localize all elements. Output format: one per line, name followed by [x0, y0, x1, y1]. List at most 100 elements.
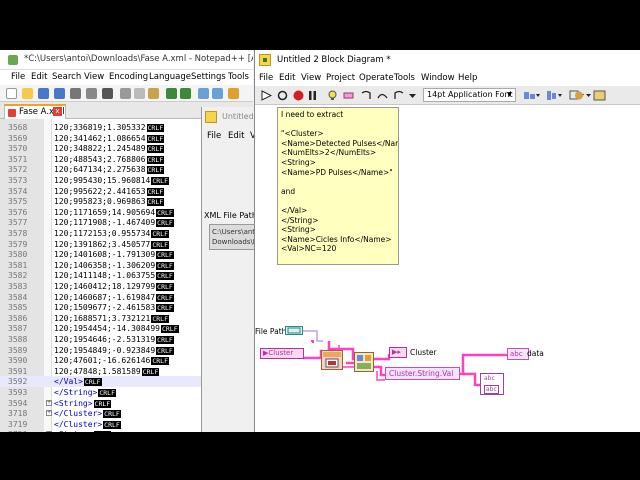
unbundle-to-split-wire[interactable]: [463, 372, 480, 387]
save-icon[interactable]: [38, 88, 49, 99]
lv-menu-window[interactable]: Window: [421, 73, 455, 83]
run-continuously-icon[interactable]: [277, 90, 288, 101]
copy-icon[interactable]: [134, 88, 145, 99]
retain-wire-values-icon[interactable]: [343, 90, 354, 101]
fold-expand-icon[interactable]: +: [46, 431, 52, 432]
paste-icon[interactable]: [148, 88, 159, 99]
cluster-wire-in[interactable]: [303, 349, 323, 360]
tab-close-icon[interactable]: x: [53, 107, 62, 116]
cluster-indicator-label: Cluster: [410, 348, 437, 357]
close-file-icon[interactable]: [70, 88, 81, 99]
notepad-toolbar: [0, 85, 253, 102]
close-all-icon[interactable]: [86, 88, 97, 99]
eol-marker: CRLF: [156, 219, 174, 228]
lv-menu-tools[interactable]: Tools: [394, 73, 415, 83]
unbundle-to-data-wire[interactable]: [460, 353, 507, 376]
fp-menu-file[interactable]: File: [207, 131, 221, 141]
data-indicator[interactable]: abc: [507, 348, 529, 360]
line-text: </Cluster>: [54, 409, 103, 419]
replace-icon[interactable]: [212, 88, 223, 99]
eol-marker: CRLF: [156, 272, 174, 281]
string-function-node[interactable]: abc abc: [480, 373, 504, 395]
notepad-title-bar[interactable]: *C:\Users\antoi\Downloads\Fase A.xml - N…: [0, 50, 253, 70]
pause-icon[interactable]: [307, 90, 318, 101]
load-xml-file-node[interactable]: [321, 350, 343, 370]
dropdown-icon[interactable]: [407, 90, 418, 101]
menu-file[interactable]: File: [11, 72, 25, 82]
fold-expand-icon[interactable]: +: [46, 399, 52, 406]
line-text: 120;1391862;3.450577: [54, 239, 151, 249]
eol-marker: CRLF: [151, 240, 169, 249]
path-icon: [287, 327, 301, 334]
menu-tools[interactable]: Tools: [228, 72, 249, 82]
parser-to-unbundle-wire[interactable]: [373, 365, 385, 377]
line-text: 120;1460687;-1.619847: [54, 292, 156, 302]
path-line-1: C:\Users\antoi: [212, 228, 256, 236]
xml-file-path-control[interactable]: C:\Users\antoi Downloads\F: [209, 224, 256, 250]
new-file-icon[interactable]: [6, 88, 17, 99]
eol-marker: CRLF: [156, 293, 174, 302]
lv-menu-edit[interactable]: Edit: [279, 73, 295, 83]
step-into-icon[interactable]: [361, 90, 372, 101]
distribute-objects-icon[interactable]: [546, 90, 564, 101]
file-path-control[interactable]: [285, 326, 303, 335]
labview-vi-icon: [259, 54, 271, 66]
tab-fase-a[interactable]: Fase A.xml x: [4, 104, 66, 119]
cluster-indicator[interactable]: ▶▸: [389, 347, 407, 358]
line-text: 120;336819;1.305332: [54, 123, 146, 132]
line-text: 120;995622;2.441653: [54, 186, 146, 196]
path-wire[interactable]: [303, 330, 323, 342]
lv-menu-help[interactable]: Help: [458, 73, 477, 83]
step-out-icon[interactable]: [393, 90, 404, 101]
reorder-icon[interactable]: [573, 90, 593, 101]
eol-marker: CRLF: [156, 261, 174, 270]
menu-view[interactable]: View: [84, 72, 104, 82]
unsaved-file-icon: [8, 109, 16, 117]
line-text: 120;488543;2.768806: [54, 154, 146, 164]
lv-menu-file[interactable]: File: [259, 73, 273, 83]
block-diagram-canvas[interactable]: I need to extract "<Cluster> <Name>Detec…: [255, 105, 640, 432]
cleanup-diagram-icon[interactable]: [593, 90, 607, 101]
cut-icon[interactable]: [120, 88, 131, 99]
eol-marker: CRLF: [160, 325, 179, 334]
font-select[interactable]: 14pt Application Font ▼: [423, 88, 516, 102]
menu-settings[interactable]: Settings: [191, 72, 226, 82]
line-number: 3569: [8, 133, 28, 143]
line-number: 3583: [8, 282, 28, 291]
string-node-top: abc: [484, 375, 495, 382]
fp-menu-edit[interactable]: Edit: [228, 131, 244, 141]
menu-search[interactable]: Search: [52, 72, 81, 82]
line-text: 120;1460412;18.129799: [54, 282, 156, 291]
find-icon[interactable]: [198, 88, 209, 99]
unflatten-from-xml-node[interactable]: [354, 352, 374, 372]
abort-icon[interactable]: [293, 90, 304, 101]
cluster-constant[interactable]: ▶Cluster: [260, 348, 304, 359]
highlight-execution-icon[interactable]: [327, 90, 338, 101]
open-file-icon[interactable]: [22, 88, 33, 99]
cluster-branch-wire[interactable]: [311, 340, 314, 343]
notepad-menu-bar: File Edit Search View Encoding Language …: [0, 70, 253, 85]
fold-expand-icon[interactable]: +: [46, 410, 52, 417]
menu-edit[interactable]: Edit: [31, 72, 47, 82]
redo-icon[interactable]: [180, 88, 191, 99]
step-over-icon[interactable]: [377, 90, 388, 101]
parser-to-cluster-wire[interactable]: [373, 354, 391, 361]
undo-icon[interactable]: [166, 88, 177, 99]
lv-menu-project[interactable]: Project: [326, 73, 355, 83]
lv-menu-view[interactable]: View: [301, 73, 321, 83]
line-text: 120;1401608;-1.791309: [54, 250, 156, 260]
unbundle-by-name-node[interactable]: Cluster.String.Val: [385, 367, 460, 380]
menu-language[interactable]: Language: [149, 72, 191, 82]
align-objects-icon[interactable]: [523, 90, 541, 101]
block-diagram-title-bar[interactable]: Untitled 2 Block Diagram *: [255, 50, 640, 70]
line-number: 3594: [8, 398, 28, 408]
run-arrow-icon[interactable]: [261, 90, 272, 101]
line-text: 120;1954849;-0.923849: [54, 345, 156, 355]
print-icon[interactable]: [102, 88, 113, 99]
zoom-in-icon[interactable]: [228, 88, 239, 99]
lv-menu-operate[interactable]: Operate: [359, 73, 394, 83]
font-select-value: 14pt Application Font: [427, 90, 513, 99]
unbundle-label: Cluster.String.Val: [389, 369, 454, 378]
menu-encoding[interactable]: Encoding: [109, 72, 148, 82]
save-all-icon[interactable]: [54, 88, 65, 99]
